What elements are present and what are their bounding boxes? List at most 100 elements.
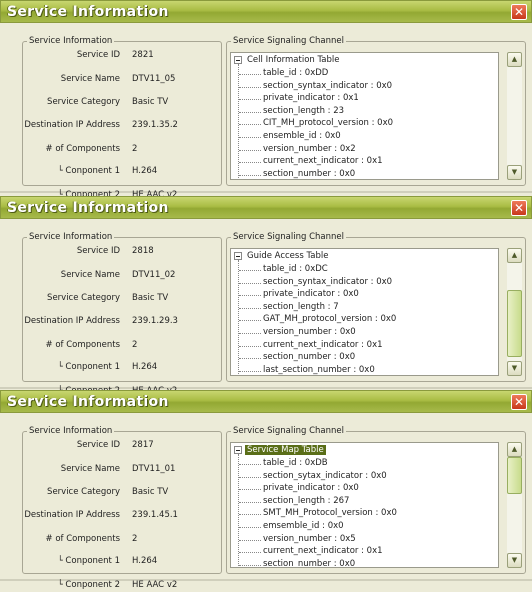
scroll-up-button[interactable]: ▲ bbox=[507, 248, 522, 263]
info-label: Service ID bbox=[76, 50, 120, 60]
vertical-scrollbar[interactable]: ▲ ▼ bbox=[507, 52, 522, 180]
tree-child-node[interactable]: current_next_indicator : 0x1 bbox=[263, 340, 383, 350]
service-information-group: Service Information Service ID 2818 Serv… bbox=[22, 232, 223, 396]
tree-child-node[interactable]: section_length : 267 bbox=[263, 496, 349, 506]
tree-branch-line bbox=[239, 162, 261, 164]
tree-child-node[interactable]: private_indicator : 0x0 bbox=[263, 289, 359, 299]
info-value: 2818 bbox=[132, 246, 154, 256]
info-value: 239.1.45.1 bbox=[132, 510, 178, 520]
info-value: 2821 bbox=[132, 50, 154, 60]
tree-child-node[interactable]: ensemble_id : 0x0 bbox=[263, 131, 341, 141]
tree-child-node[interactable]: section_length : 23 bbox=[263, 106, 344, 116]
info-value: 2817 bbox=[132, 440, 154, 450]
info-row: Service ID 2821 bbox=[23, 50, 223, 62]
info-row: Service Category Basic TV bbox=[23, 97, 223, 109]
group-legend: Service Information bbox=[29, 426, 113, 436]
close-button[interactable]: ✕ bbox=[511, 4, 527, 20]
tree-branch-line bbox=[239, 174, 261, 176]
info-label: └ Conponent 1 bbox=[57, 166, 120, 176]
window-titlebar[interactable]: Service Information ✕ bbox=[0, 390, 532, 413]
window-titlebar[interactable]: Service Information ✕ bbox=[0, 196, 532, 219]
info-value: DTV11_05 bbox=[132, 74, 176, 84]
tree-child-node[interactable]: emsemble_id : 0x0 bbox=[263, 521, 344, 531]
service-info-window: Service Information ✕ Service Informatio… bbox=[0, 196, 532, 396]
vertical-scrollbar[interactable]: ▲ ▼ bbox=[507, 442, 522, 568]
tree-child-node[interactable]: section_length : 7 bbox=[263, 302, 339, 312]
service-signaling-channel-group: Service Signaling Channel Guide Access T… bbox=[226, 232, 526, 382]
info-label: Service Name bbox=[60, 464, 120, 474]
tree-child-node[interactable]: table_id : 0xDC bbox=[263, 264, 328, 274]
info-row: └ Conponent 1 H.264 bbox=[23, 362, 223, 374]
info-value: 2 bbox=[132, 534, 138, 544]
tree-branch-line bbox=[239, 320, 261, 322]
info-value: 239.1.29.3 bbox=[132, 316, 178, 326]
info-value: 2 bbox=[132, 144, 138, 154]
scroll-thumb[interactable] bbox=[507, 290, 522, 358]
info-label: └ Conponent 1 bbox=[57, 556, 120, 566]
window-titlebar[interactable]: Service Information ✕ bbox=[0, 0, 532, 23]
scroll-down-button[interactable]: ▼ bbox=[507, 361, 522, 376]
tree-root-node[interactable]: Service Map Table bbox=[244, 444, 327, 456]
scroll-up-button[interactable]: ▲ bbox=[507, 442, 522, 457]
tree-child-node[interactable]: section_number : 0x0 bbox=[263, 352, 355, 362]
info-label: Destination IP Address bbox=[24, 316, 120, 326]
vertical-scrollbar[interactable]: ▲ ▼ bbox=[507, 248, 522, 376]
scroll-down-button[interactable]: ▼ bbox=[507, 165, 522, 180]
group-legend: Service Information bbox=[29, 36, 113, 46]
signaling-tree[interactable]: Guide Access Table table_id : 0xDC secti… bbox=[230, 248, 499, 376]
tree-child-node[interactable]: current_next_indicator : 0x1 bbox=[263, 156, 383, 166]
scroll-down-button[interactable]: ▼ bbox=[507, 553, 522, 568]
tree-child-node[interactable]: last_section_number : 0x0 bbox=[263, 365, 375, 375]
tree-root-node[interactable]: Cell Information Table bbox=[245, 55, 341, 65]
tree-child-node[interactable]: current_next_indicator : 0x1 bbox=[263, 546, 383, 556]
tree-child-node[interactable]: GAT_MH_protocol_version : 0x0 bbox=[263, 314, 396, 324]
tree-branch-line bbox=[239, 539, 261, 541]
tree-branch-line bbox=[239, 99, 261, 101]
tree-branch-line bbox=[239, 464, 261, 465]
close-button[interactable]: ✕ bbox=[511, 394, 527, 410]
tree-child-node[interactable]: version_number : 0x0 bbox=[263, 327, 356, 337]
tree-child-node[interactable]: private_indicator : 0x0 bbox=[263, 483, 359, 493]
info-value: Basic TV bbox=[132, 487, 169, 497]
tree-child-node[interactable]: version_number : 0x5 bbox=[263, 534, 356, 544]
close-button[interactable]: ✕ bbox=[511, 200, 527, 216]
tree-branch-line bbox=[239, 111, 261, 113]
info-row: └ Conponent 2 HE AAC v2 bbox=[23, 580, 223, 592]
info-label: └ Conponent 1 bbox=[57, 362, 120, 372]
tree-child-node[interactable]: section_syntax_indicator : 0x0 bbox=[263, 81, 392, 91]
service-information-group: Service Information Service ID 2817 Serv… bbox=[22, 426, 223, 590]
tree-child-node[interactable]: section_sytax_indicator : 0x0 bbox=[263, 471, 387, 481]
info-value: DTV11_01 bbox=[132, 464, 176, 474]
info-row: # of Components 2 bbox=[23, 534, 223, 546]
tree-child-node[interactable]: section_number : 0x0 bbox=[263, 559, 355, 567]
tree-child-node[interactable]: table_id : 0xDD bbox=[263, 68, 328, 78]
group-legend: Service Information bbox=[29, 232, 113, 242]
tree-child-node[interactable]: private_indicator : 0x1 bbox=[263, 93, 359, 103]
signaling-tree[interactable]: Cell Information Table table_id : 0xDD s… bbox=[230, 52, 499, 180]
info-row: # of Components 2 bbox=[23, 340, 223, 352]
collapse-minus-icon[interactable] bbox=[234, 56, 242, 64]
tree-branch-line bbox=[239, 370, 261, 372]
service-signaling-channel-group: Service Signaling Channel Service Map Ta… bbox=[226, 426, 526, 574]
signaling-tree[interactable]: Service Map Table table_id : 0xDB sectio… bbox=[230, 442, 499, 568]
tree-child-node[interactable]: section_syntax_indicator : 0x0 bbox=[263, 277, 392, 287]
tree-branch-line bbox=[239, 149, 261, 151]
info-label: Service Name bbox=[60, 270, 120, 280]
info-value: HE AAC v2 bbox=[132, 580, 178, 590]
scroll-thumb[interactable] bbox=[507, 457, 522, 495]
info-value: Basic TV bbox=[132, 293, 169, 303]
tree-child-node[interactable]: table_id : 0xDB bbox=[263, 458, 328, 468]
tree-child-node[interactable]: SMT_MH_Protocol_version : 0x0 bbox=[263, 508, 397, 518]
tree-branch-line bbox=[239, 333, 261, 334]
tree-child-node[interactable]: section_number : 0x0 bbox=[263, 169, 355, 179]
group-legend: Service Signaling Channel bbox=[233, 36, 344, 46]
tree-child-node[interactable]: version_number : 0x2 bbox=[263, 144, 356, 154]
scroll-up-button[interactable]: ▲ bbox=[507, 52, 522, 67]
collapse-minus-icon[interactable] bbox=[234, 252, 242, 260]
tree-child-node[interactable]: CIT_MH_protocol_version : 0x0 bbox=[263, 118, 393, 128]
collapse-minus-icon[interactable] bbox=[234, 446, 242, 454]
info-row: Destination IP Address 239.1.35.2 bbox=[23, 120, 223, 132]
tree-branch-line bbox=[239, 295, 261, 297]
tree-root-node[interactable]: Guide Access Table bbox=[245, 251, 330, 261]
service-information-group: Service Information Service ID 2821 Serv… bbox=[22, 36, 223, 200]
